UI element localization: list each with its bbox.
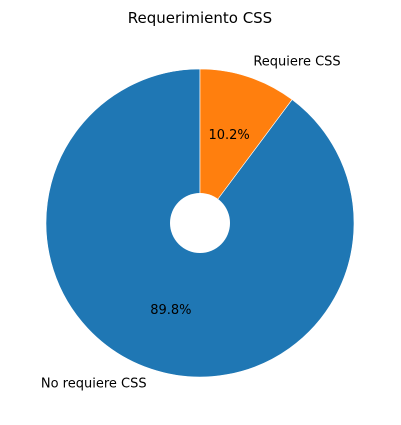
chart-title: Requerimiento CSS [128, 9, 272, 27]
pie-percent-label-1: 10.2% [208, 128, 249, 143]
pie-category-label-1: Requiere CSS [253, 55, 340, 70]
donut-hole [170, 193, 230, 253]
pie-category-label-0: No requiere CSS [41, 376, 147, 391]
pie-chart: Requerimiento CSS 89.8% No requiere CSS 10… [0, 0, 401, 425]
pie-percent-label-0: 89.8% [150, 303, 191, 318]
